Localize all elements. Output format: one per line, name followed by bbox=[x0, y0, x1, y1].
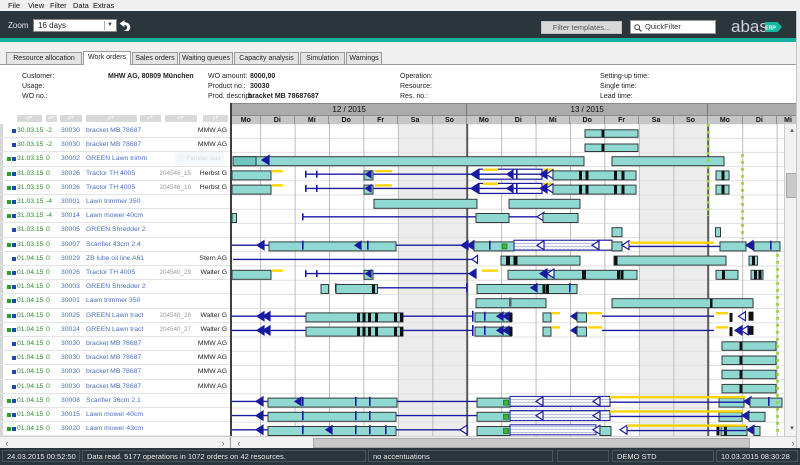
svg-text:ERP: ERP bbox=[765, 25, 776, 31]
